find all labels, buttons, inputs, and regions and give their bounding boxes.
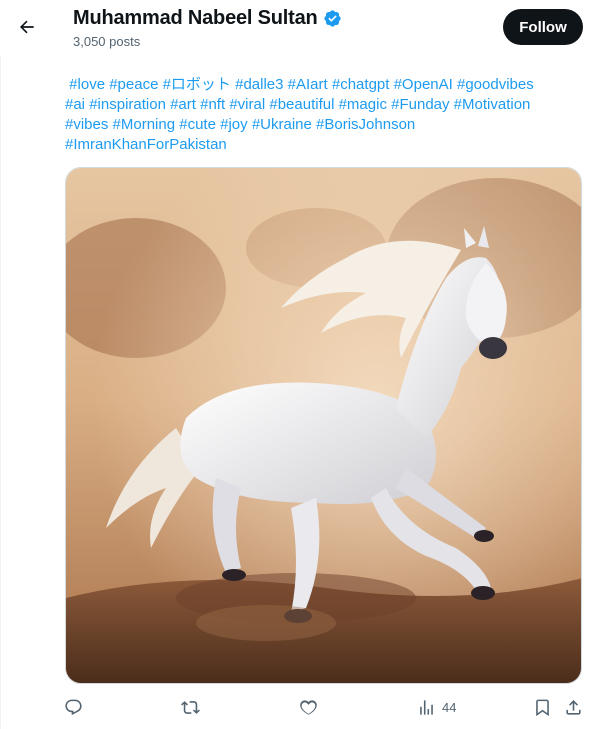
hashtag-link[interactable]: #ai — [65, 96, 85, 113]
like-button[interactable] — [299, 692, 318, 722]
hashtag-link[interactable]: #art — [170, 96, 196, 113]
hashtag-line: #vibes #Morning #cute #joy #Ukraine #Bor… — [65, 115, 585, 135]
post-actions: 44 — [0, 692, 599, 722]
column-border — [0, 0, 1, 729]
repost-icon — [181, 700, 200, 714]
hashtag-link[interactable]: #peace — [109, 76, 158, 93]
hashtag-link[interactable]: #ロボット — [163, 76, 231, 93]
verified-badge-icon — [323, 9, 342, 28]
hashtag-line: #love #peace #ロボット #dalle3 #AIart #chatg… — [65, 75, 585, 95]
hashtag-link[interactable]: #dalle3 — [235, 76, 283, 93]
hashtag-line: #ImranKhanForPakistan — [65, 135, 585, 155]
hashtag-link[interactable]: #beautiful — [269, 96, 334, 113]
hashtag-link[interactable]: #AIart — [288, 76, 328, 93]
share-button[interactable] — [564, 692, 583, 722]
hashtag-link[interactable]: #love — [69, 76, 105, 93]
hashtag-link[interactable]: #OpenAI — [394, 76, 453, 93]
hashtag-link[interactable]: #ImranKhanForPakistan — [65, 136, 227, 153]
bookmark-icon — [536, 699, 549, 716]
arrow-left-icon — [19, 20, 34, 34]
post-count: 3,050 posts — [73, 34, 141, 49]
hashtag-link[interactable]: #magic — [339, 96, 387, 113]
hashtag-line: #ai #inspiration #art #nft #viral #beaut… — [65, 95, 585, 115]
bookmark-button[interactable] — [533, 692, 552, 722]
share-icon — [566, 699, 581, 715]
profile-name[interactable]: Muhammad Nabeel Sultan — [73, 7, 342, 30]
hashtag-link[interactable]: #inspiration — [89, 96, 166, 113]
views-button[interactable]: 44 — [417, 692, 456, 722]
hashtag-link[interactable]: #cute — [179, 116, 216, 133]
views-chart-icon — [420, 699, 433, 715]
hashtag-link[interactable]: #viral — [229, 96, 265, 113]
hashtag-link[interactable]: #nft — [200, 96, 225, 113]
post-text: #love #peace #ロボット #dalle3 #AIart #chatg… — [65, 75, 585, 155]
hashtag-link[interactable]: #vibes — [65, 116, 108, 133]
heart-icon — [300, 699, 317, 715]
hashtag-link[interactable]: #chatgpt — [332, 76, 390, 93]
white-horse-illustration — [66, 168, 581, 683]
reply-icon — [65, 699, 82, 715]
hashtag-link[interactable]: #Funday — [391, 96, 449, 113]
hashtag-link[interactable]: #goodvibes — [457, 76, 534, 93]
hashtag-link[interactable]: #Morning — [113, 116, 176, 133]
views-count: 44 — [442, 699, 457, 715]
post-image[interactable] — [65, 167, 582, 684]
hashtag-link[interactable]: #Ukraine — [252, 116, 312, 133]
hashtag-link[interactable]: #BorisJohnson — [316, 116, 415, 133]
repost-button[interactable] — [181, 692, 200, 722]
top-bar: Muhammad Nabeel Sultan 3,050 posts Follo… — [0, 0, 599, 56]
hashtag-link[interactable]: #joy — [220, 116, 248, 133]
profile-name-text: Muhammad Nabeel Sultan — [73, 7, 318, 29]
follow-button[interactable]: Follow — [503, 9, 583, 45]
hashtag-link[interactable]: #Motivation — [454, 96, 531, 113]
back-button[interactable] — [10, 10, 44, 44]
reply-button[interactable] — [64, 692, 83, 722]
